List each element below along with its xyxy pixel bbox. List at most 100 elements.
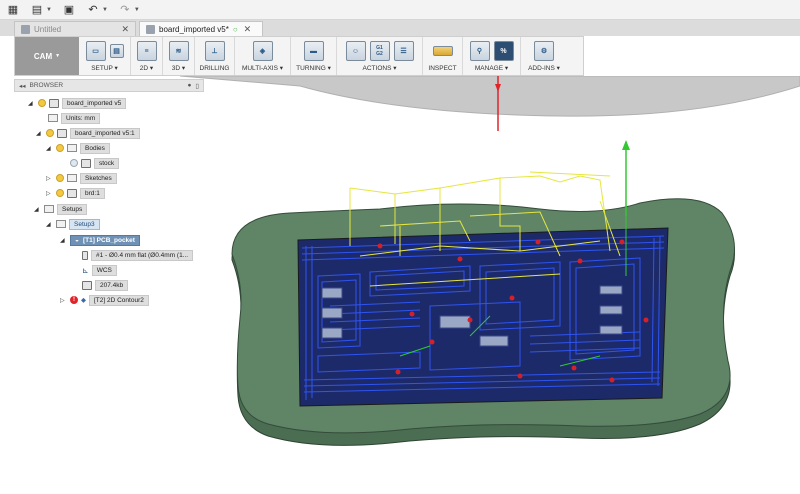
tree-tool[interactable]: #1 - Ø0.4 mm flat (Ø0.4mm (1... bbox=[82, 249, 194, 261]
tree-label: Sketches bbox=[80, 172, 117, 184]
undo-caret-icon[interactable]: ▼ bbox=[102, 7, 108, 13]
tab-label: Untitled bbox=[34, 24, 62, 34]
expand-triangle-icon[interactable]: ◢ bbox=[60, 237, 67, 244]
group-label: SETUP ▾ bbox=[91, 65, 118, 72]
tree-label: board_imported v5:1 bbox=[70, 127, 140, 139]
tree-bodies[interactable]: ◢ Bodies bbox=[46, 142, 110, 154]
drilling-group[interactable]: ⊥ DRILLING bbox=[195, 37, 235, 75]
actions-group[interactable]: ☺ G1 G2 ☰ ACTIONS ▾ bbox=[337, 37, 423, 75]
tree-label: #1 - Ø0.4 mm flat (Ø0.4mm (1... bbox=[91, 249, 194, 261]
group-label: 2D ▾ bbox=[139, 65, 154, 72]
expand-triangle-icon[interactable]: ◢ bbox=[46, 221, 53, 228]
tree-brd[interactable]: ▷ brd:1 bbox=[46, 187, 105, 199]
visibility-bulb-icon[interactable] bbox=[46, 129, 54, 137]
close-icon[interactable]: ✕ bbox=[121, 24, 129, 35]
workspace-label: CAM bbox=[33, 51, 53, 61]
manage-group[interactable]: ⚲ % MANAGE ▾ bbox=[463, 37, 521, 75]
group-label: MULTI-AXIS ▾ bbox=[241, 65, 284, 72]
turning-group[interactable]: ▬ TURNING ▾ bbox=[291, 37, 337, 75]
expand-triangle-icon[interactable]: ▷ bbox=[46, 190, 53, 197]
tree-units[interactable]: Units: mm bbox=[48, 112, 101, 124]
z-arrow-green bbox=[622, 140, 630, 150]
tree-label: Setup3 bbox=[69, 218, 100, 230]
setup-group[interactable]: ▭ ▤ SETUP ▾ bbox=[79, 37, 131, 75]
group-label: TURNING ▾ bbox=[296, 65, 331, 72]
app-toolbar: ▦ ▤ ▼ ▣ ↶ ▼ ↷ ▼ bbox=[0, 0, 800, 20]
add-ins-group[interactable]: ⚙ ADD-INS ▾ bbox=[521, 37, 567, 75]
tree-label: WCS bbox=[91, 264, 117, 276]
browser-title: BROWSER bbox=[29, 82, 64, 89]
folder-setup-icon: ▭ bbox=[85, 41, 106, 61]
tree-sketches[interactable]: ▷ Sketches bbox=[46, 172, 117, 184]
setup-sheet-icon: ☰ bbox=[393, 41, 414, 61]
error-icon: ! bbox=[70, 296, 78, 304]
scripts-icon: ⚙ bbox=[534, 41, 554, 61]
op-label: [T1] PCB_pocket bbox=[82, 236, 135, 244]
browser-header: ◂◂ BROWSER ● ▯ bbox=[14, 79, 204, 92]
collapse-icon[interactable]: ◂◂ bbox=[19, 82, 26, 90]
group-label: MANAGE ▾ bbox=[474, 65, 509, 72]
visibility-bulb-icon[interactable] bbox=[56, 174, 64, 182]
visibility-bulb-icon[interactable] bbox=[56, 189, 64, 197]
wcs-icon: ⊾ bbox=[82, 265, 89, 275]
save-icon[interactable]: ▣ bbox=[62, 4, 76, 16]
tool-holder-shape bbox=[179, 76, 800, 117]
document-tabs: Untitled ✕ board_imported v5* ○ ✕ bbox=[0, 20, 800, 36]
contour-op-icon: ◆ bbox=[81, 297, 86, 304]
expand-triangle-icon[interactable]: ◢ bbox=[34, 206, 41, 213]
tree-component[interactable]: ◢ board_imported v5:1 bbox=[36, 127, 140, 139]
multi-axis-group[interactable]: ◈ MULTI-AXIS ▾ bbox=[235, 37, 291, 75]
multi-axis-icon: ◈ bbox=[252, 41, 273, 61]
document-icon bbox=[21, 24, 30, 34]
chevron-down-icon: ▼ bbox=[55, 53, 61, 59]
tree-setups[interactable]: ◢ Setups bbox=[34, 203, 88, 215]
pin-icon[interactable]: ● bbox=[187, 82, 191, 90]
document-icon bbox=[49, 98, 59, 108]
browser-panel: ◂◂ BROWSER ● ▯ ◢ board_imported v5 Units:… bbox=[14, 79, 204, 309]
3d-group[interactable]: ≋ 3D ▾ bbox=[163, 37, 195, 75]
tree-op-pcb-pocket[interactable]: ◢ ◒ [T1] PCB_pocket bbox=[60, 234, 140, 246]
file-caret-icon[interactable]: ▼ bbox=[46, 7, 52, 13]
expand-triangle-icon[interactable]: ◢ bbox=[28, 100, 35, 107]
tree-op-2d-contour[interactable]: ▷ ! ◆ [T2] 2D Contour2 bbox=[60, 294, 149, 306]
panel-resize-icon[interactable]: ▯ bbox=[195, 82, 199, 90]
group-label: 3D ▾ bbox=[171, 65, 186, 72]
tree-stock[interactable]: stock bbox=[70, 157, 120, 169]
visibility-bulb-icon[interactable] bbox=[70, 159, 78, 167]
undo-icon[interactable]: ↶ bbox=[86, 4, 100, 16]
sync-status-icon: ○ bbox=[232, 24, 238, 34]
units-icon bbox=[48, 114, 58, 122]
setup-sheet-icon: ▤ bbox=[109, 44, 124, 58]
tab-label: board_imported v5* bbox=[159, 24, 229, 34]
expand-triangle-icon[interactable]: ◢ bbox=[36, 130, 43, 137]
grid-menu-icon[interactable]: ▦ bbox=[6, 4, 20, 16]
group-label: ACTIONS ▾ bbox=[362, 65, 397, 72]
tree-setup3[interactable]: ◢ Setup3 bbox=[46, 218, 100, 230]
tree-label: 207.4kb bbox=[95, 279, 129, 291]
expand-triangle-icon[interactable]: ◢ bbox=[46, 145, 53, 152]
expand-triangle-icon[interactable]: ▷ bbox=[46, 175, 53, 182]
redo-icon[interactable]: ↷ bbox=[118, 4, 132, 16]
group-label: ADD-INS ▾ bbox=[528, 65, 560, 72]
nc-file-icon bbox=[82, 280, 92, 290]
2d-milling-icon: ≡ bbox=[136, 41, 157, 61]
component-icon bbox=[57, 128, 67, 138]
2d-group[interactable]: ≡ 2D ▾ bbox=[131, 37, 163, 75]
redo-caret-icon[interactable]: ▼ bbox=[134, 7, 140, 13]
expand-triangle-icon[interactable]: ▷ bbox=[60, 297, 67, 304]
tab-board-imported[interactable]: board_imported v5* ○ ✕ bbox=[139, 21, 263, 36]
inspect-group[interactable]: INSPECT bbox=[423, 37, 463, 75]
measure-icon bbox=[432, 46, 453, 56]
tree-root[interactable]: ◢ board_imported v5 bbox=[28, 97, 127, 109]
tab-untitled[interactable]: Untitled ✕ bbox=[14, 21, 136, 36]
ribbon-toolbar: CAM ▼ ▭ ▤ SETUP ▾ ≡ 2D ▾ ≋ 3D ▾ ⊥ DRILLING… bbox=[14, 36, 584, 76]
pocket-op-icon: ◒ bbox=[75, 236, 79, 244]
tree-wcs[interactable]: ⊾ WCS bbox=[82, 264, 117, 276]
close-icon[interactable]: ✕ bbox=[244, 24, 252, 35]
tree-size[interactable]: 207.4kb bbox=[82, 279, 129, 291]
tree-label: Setups bbox=[57, 203, 88, 215]
workspace-switcher[interactable]: CAM ▼ bbox=[15, 37, 79, 75]
visibility-bulb-icon[interactable] bbox=[38, 99, 46, 107]
file-icon[interactable]: ▤ bbox=[30, 4, 44, 16]
visibility-bulb-icon[interactable] bbox=[56, 144, 64, 152]
